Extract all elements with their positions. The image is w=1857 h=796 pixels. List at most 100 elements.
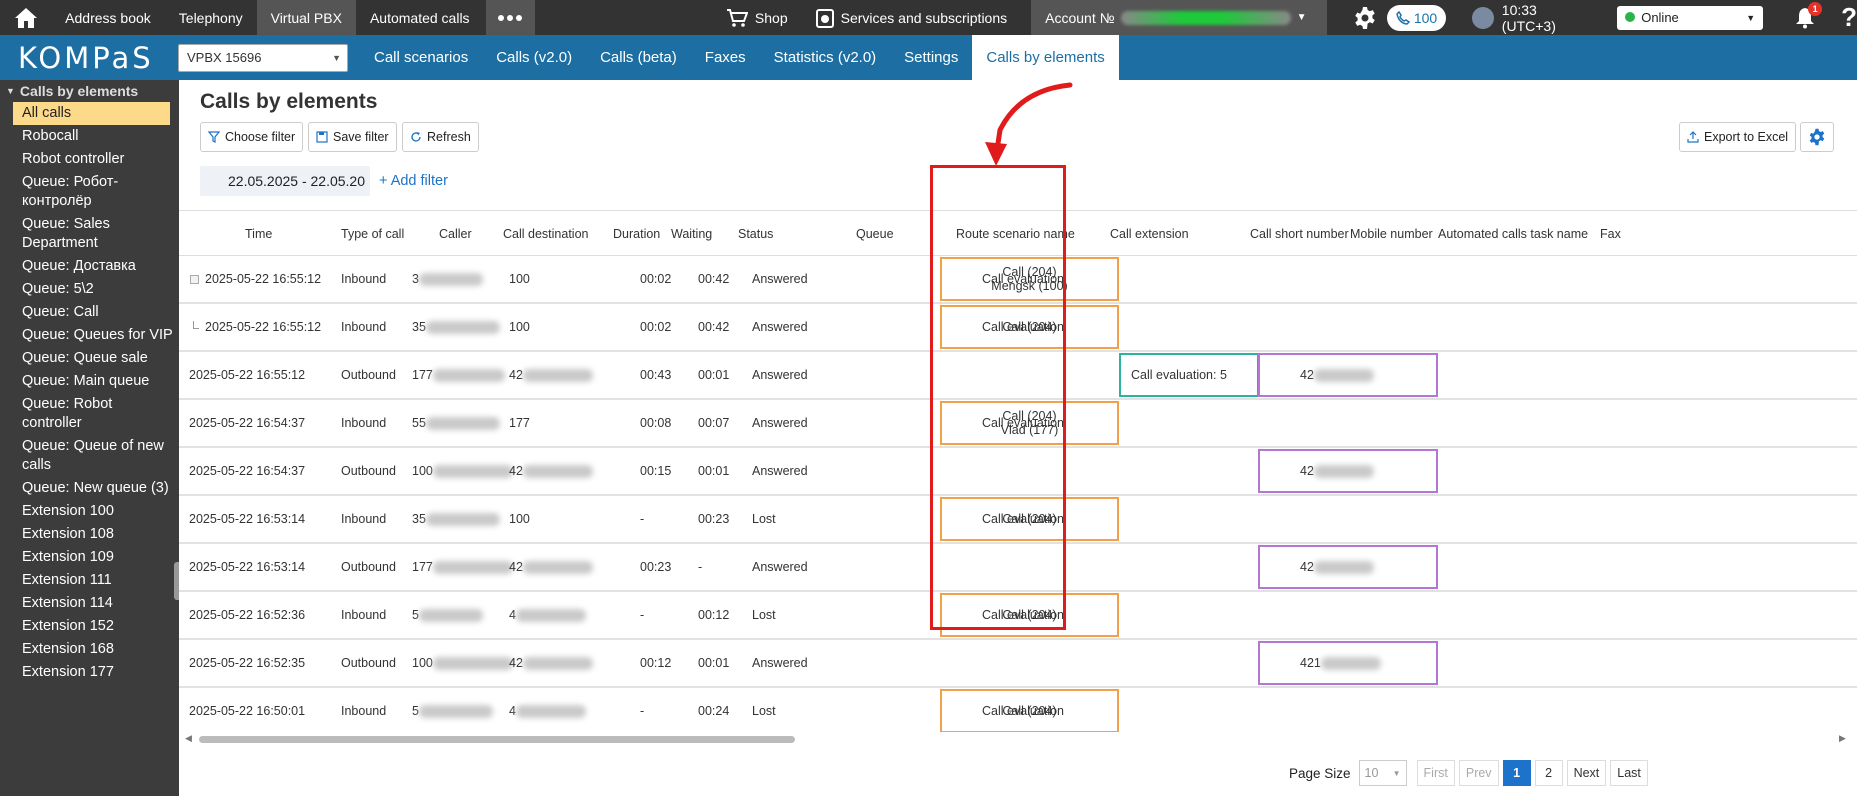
scroll-thumb[interactable] — [199, 736, 795, 743]
services-link[interactable]: Services and subscriptions — [802, 0, 1022, 35]
extension-cell[interactable]: 42 — [1258, 545, 1438, 589]
page-size-value: 10 — [1364, 766, 1379, 780]
pager-first[interactable]: First — [1416, 760, 1455, 786]
column-header[interactable]: Mobile number — [1350, 211, 1433, 256]
sidebar-item[interactable]: Queue: Call — [0, 301, 179, 324]
table-row[interactable]: 2025-05-22 16:55:12 Inbound 3 100 00:02 00:42… — [179, 256, 1857, 304]
sidebar-item[interactable]: Robot controller — [0, 148, 179, 171]
sidebar-item[interactable]: Extension 109 — [0, 546, 179, 569]
sidebar-item[interactable]: Extension 177 — [0, 661, 179, 684]
column-header[interactable]: Time — [245, 211, 272, 256]
sidebar-item[interactable]: Extension 168 — [0, 638, 179, 661]
column-header[interactable]: Automated calls task name — [1438, 211, 1588, 256]
sidebar-item[interactable]: Robocall — [0, 125, 179, 148]
active-calls-badge[interactable]: 100 — [1386, 4, 1447, 31]
date-range-field[interactable]: 22.05.2025 - 22.05.20 — [200, 166, 370, 196]
pager-last[interactable]: Last — [1610, 760, 1648, 786]
tab-calls-beta[interactable]: Calls (beta) — [586, 35, 691, 80]
sidebar-item[interactable]: All calls — [13, 102, 170, 125]
table-row[interactable]: 2025-05-22 16:53:14 Outbound 177 42 00:23 - An… — [179, 544, 1857, 592]
horizontal-scrollbar[interactable]: ◀ ▶ — [179, 732, 1857, 746]
sidebar-item[interactable]: Queue: Queue of new calls — [0, 435, 179, 477]
help-icon[interactable]: ? — [1841, 2, 1857, 33]
scroll-right-icon[interactable]: ▶ — [1839, 733, 1846, 744]
column-header[interactable]: Fax — [1600, 211, 1621, 256]
user-clock[interactable]: 10:33 (UTC+3) — [1472, 2, 1593, 34]
cell-status: Answered — [752, 400, 808, 446]
sidebar-item[interactable]: Extension 114 — [0, 592, 179, 615]
tab-statistics-v2[interactable]: Statistics (v2.0) — [760, 35, 891, 80]
column-header[interactable]: Call destination — [503, 211, 588, 256]
tab-settings[interactable]: Settings — [890, 35, 972, 80]
sidebar-item[interactable]: Extension 111 — [0, 569, 179, 592]
gear-icon[interactable] — [1353, 6, 1377, 30]
extension-cell[interactable]: 42 — [1258, 449, 1438, 493]
sidebar-item[interactable]: Queue: Доставка — [0, 255, 179, 278]
route-cell-highlighted[interactable]: Call evaluation: 5 — [1119, 353, 1259, 397]
notifications-bell[interactable]: 1 — [1795, 1, 1823, 29]
refresh-button[interactable]: Refresh — [402, 122, 479, 152]
table-settings-button[interactable] — [1800, 122, 1834, 152]
column-header[interactable]: Waiting — [671, 211, 712, 256]
table-row[interactable]: 2025-05-22 16:53:14 Inbound 35 100 - 00:23 Los… — [179, 496, 1857, 544]
table-row[interactable]: 2025-05-22 16:52:35 Outbound 100 42 00:12 00:… — [179, 640, 1857, 688]
pager-page-1[interactable]: 1 — [1502, 760, 1531, 786]
topnav-virtual-pbx[interactable]: Virtual PBX — [256, 0, 356, 35]
sidebar-item[interactable]: Queue: Робот-контролёр — [0, 171, 179, 213]
export-excel-button[interactable]: Export to Excel — [1679, 122, 1797, 152]
table-row[interactable]: 2025-05-22 16:55:12 Inbound 35 100 00:02 00:4… — [179, 304, 1857, 352]
notification-count: 1 — [1808, 1, 1823, 16]
sidebar-item[interactable]: Extension 108 — [0, 523, 179, 546]
table-row[interactable]: 2025-05-22 16:54:37 Inbound 55 177 00:08 00:0… — [179, 400, 1857, 448]
scroll-left-icon[interactable]: ◀ — [185, 733, 192, 744]
sidebar-item[interactable]: Queue: Sales Department — [0, 213, 179, 255]
column-header[interactable]: Type of call — [341, 211, 404, 256]
column-header[interactable]: Queue — [856, 211, 894, 256]
sidebar-item[interactable]: Queue: Queues for VIP — [0, 324, 179, 347]
topnav-automated-calls[interactable]: Automated calls — [356, 0, 484, 35]
table-row[interactable]: 2025-05-22 16:55:12 Outbound 177 42 00:43 00:… — [179, 352, 1857, 400]
extension-cell[interactable]: 421 — [1258, 641, 1438, 685]
more-icon[interactable] — [485, 0, 535, 35]
sidebar-item[interactable]: Queue: Queue sale — [0, 347, 179, 370]
cell-status-text: Answered — [752, 368, 808, 382]
cell-caller-text: 35 — [412, 320, 426, 334]
home-icon[interactable] — [0, 0, 51, 35]
sidebar-item[interactable]: Extension 152 — [0, 615, 179, 638]
sidebar-item[interactable]: Queue: Robot controller — [0, 393, 179, 435]
pager-page-2[interactable]: 2 — [1534, 760, 1563, 786]
account-selector[interactable]: Account № ▼ — [1031, 0, 1327, 35]
topnav-address-book[interactable]: Address book — [51, 0, 165, 35]
table-row[interactable]: 2025-05-22 16:54:37 Outbound 100 42 00:15 00:… — [179, 448, 1857, 496]
table-row[interactable]: 2025-05-22 16:52:36 Inbound 5 4 - 00:12 Lost Ca… — [179, 592, 1857, 640]
sidebar-item[interactable]: Queue: New queue (3) — [0, 477, 179, 500]
cell-type-text: Outbound — [341, 656, 396, 670]
topnav-telephony[interactable]: Telephony — [165, 0, 257, 35]
tab-call-scenarios[interactable]: Call scenarios — [360, 35, 482, 80]
column-header[interactable]: Call short number — [1250, 211, 1349, 256]
extension-cell[interactable]: 42 — [1258, 353, 1438, 397]
column-header[interactable]: Caller — [439, 211, 472, 256]
table-row[interactable]: 2025-05-22 16:50:01 Inbound 5 4 - 00:24 Lost Ca… — [179, 688, 1857, 732]
choose-filter-button[interactable]: Choose filter — [200, 122, 304, 152]
tab-calls-v2[interactable]: Calls (v2.0) — [482, 35, 586, 80]
pager-prev[interactable]: Prev — [1458, 760, 1499, 786]
pbx-select[interactable]: VPBX 15696 ▼ — [178, 43, 348, 72]
sidebar-header[interactable]: ▼ Calls by elements — [0, 80, 179, 102]
column-header[interactable]: Call extension — [1110, 211, 1189, 256]
page-size-select[interactable]: 10 ▼ — [1358, 760, 1407, 786]
expand-icon[interactable] — [190, 274, 199, 284]
column-header[interactable]: Status — [738, 211, 773, 256]
sidebar-item[interactable]: Queue: Main queue — [0, 370, 179, 393]
tab-calls-by-elements[interactable]: Calls by elements — [972, 35, 1119, 80]
add-filter-link[interactable]: + Add filter — [379, 173, 448, 189]
shop-link[interactable]: Shop — [712, 0, 802, 35]
tab-faxes[interactable]: Faxes — [691, 35, 760, 80]
sidebar-item[interactable]: Queue: 5\2 — [0, 278, 179, 301]
save-filter-button[interactable]: Save filter — [308, 122, 397, 152]
sidebar-item[interactable]: Extension 100 — [0, 500, 179, 523]
column-header[interactable]: Duration — [613, 211, 660, 256]
column-header[interactable]: Route scenario name — [956, 211, 1075, 256]
pager-next[interactable]: Next — [1566, 760, 1607, 786]
status-select[interactable]: Online ▼ — [1617, 5, 1764, 30]
